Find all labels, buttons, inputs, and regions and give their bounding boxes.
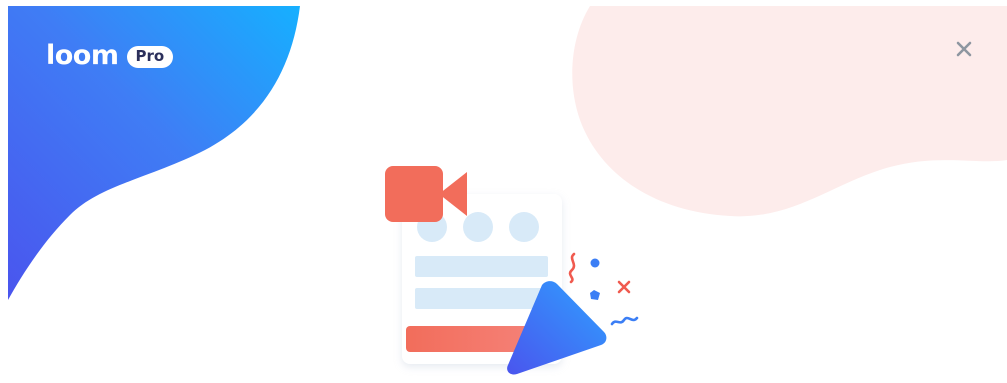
video-document-illustration	[385, 166, 639, 375]
close-icon	[956, 41, 972, 57]
close-button[interactable]	[951, 36, 977, 62]
pro-badge: Pro	[126, 45, 174, 68]
upgrade-banner: loom Pro	[0, 0, 1007, 383]
brand-logo: loom Pro	[46, 40, 174, 71]
brand-wordmark: loom	[46, 40, 119, 71]
